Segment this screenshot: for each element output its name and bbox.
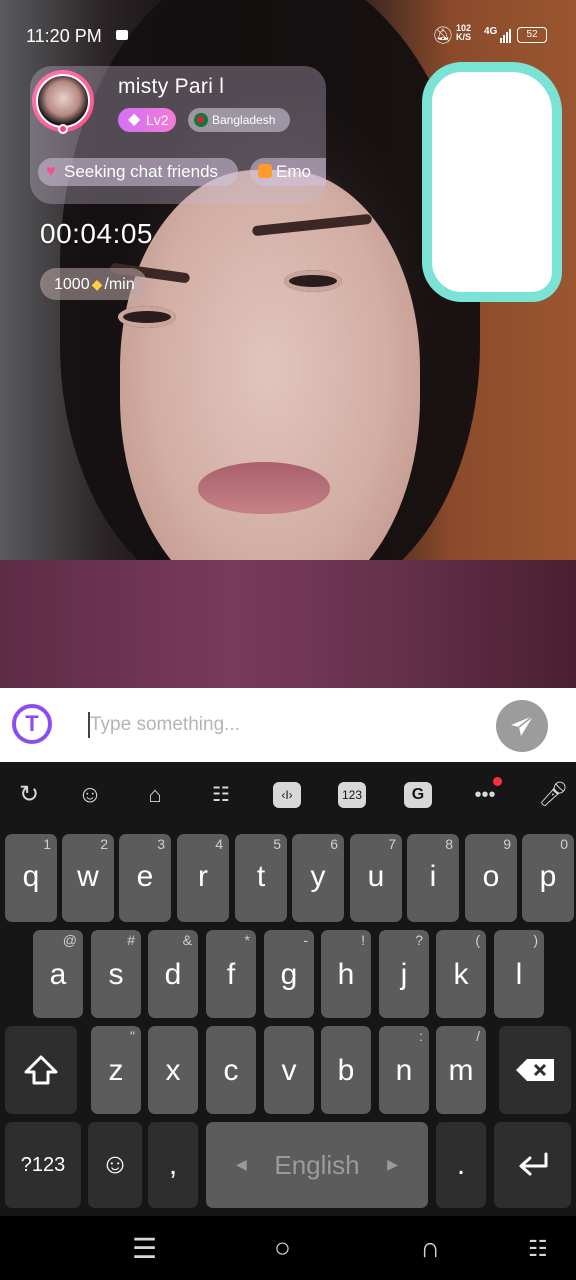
enter-icon [519,1152,548,1176]
store-icon[interactable]: ⌂ [140,780,170,810]
key-z[interactable]: " z [91,1026,141,1114]
send-button[interactable] [496,700,548,752]
key-u[interactable]: 7u [350,834,402,922]
avatar[interactable] [36,74,90,128]
key-l[interactable]: ) l [494,930,544,1018]
translate-logo-icon[interactable]: T [12,704,52,744]
rate-amount: 1000 [54,276,90,293]
message-input-bar: T [0,688,576,762]
clipboard-icon[interactable]: ☷ [206,780,236,810]
screen-record-icon [116,30,128,40]
numpad-icon[interactable]: 123 [338,782,366,808]
keyboard-switch-icon[interactable]: ☷ [528,1236,548,1262]
enter-key[interactable] [494,1122,571,1208]
key-y[interactable]: 6y [292,834,344,922]
rotate-icon[interactable]: ↻ [14,780,44,810]
diamond-icon: ◆ [91,276,103,292]
key-q[interactable]: 1q [5,834,57,922]
home-icon[interactable]: ○ [274,1232,291,1264]
key-c[interactable]: c [206,1026,256,1114]
interest-tag-label: Seeking chat friends [64,162,219,181]
heart-icon: ♥ [46,163,56,180]
key-p[interactable]: 0p [522,834,574,922]
bangladesh-flag-icon [194,113,208,127]
redaction-scribble [422,62,562,302]
recent-apps-icon[interactable]: ☰ [132,1232,157,1265]
backspace-key[interactable] [499,1026,571,1114]
shift-icon [24,1055,58,1085]
key-s[interactable]: # s [91,930,141,1018]
key-n[interactable]: :n [379,1026,429,1114]
key-j[interactable]: ? j [379,930,429,1018]
country-label: Bangladesh [212,113,276,127]
key-i[interactable]: 8i [407,834,459,922]
battery-icon: 52 [517,27,547,43]
gboard-icon[interactable]: G [404,782,432,808]
video-face [120,170,420,610]
backspace-icon [516,1059,554,1081]
key-f[interactable]: * f [206,930,256,1018]
signal-icon [500,27,512,43]
status-time: 11:20 PM [26,26,102,46]
notification-dot [493,777,502,786]
chat-bubble-icon [258,164,272,178]
country-badge: Bangladesh [188,108,290,132]
notifications-muted-icon: 🔕︎ [432,26,454,45]
video-shirt [0,560,576,688]
key-v[interactable]: v [264,1026,314,1114]
network-type: 4G [484,26,498,37]
interest-tag-label: Emo [276,162,311,181]
key-a[interactable]: @ a [33,930,83,1018]
level-badge: Lv2 [118,108,176,132]
call-timer: 00:04:05 [40,218,153,249]
caller-name: misty Pari l [118,75,225,98]
key-g[interactable]: -g [264,930,314,1018]
message-input[interactable] [90,710,470,740]
comma-key[interactable]: , [148,1122,198,1208]
status-bar: 11:20 PM 🔕︎ 102 K/S 4G 52 [0,0,576,70]
symbols-key[interactable]: ?123 [5,1122,81,1208]
key-d[interactable]: & d [148,930,198,1018]
soft-keyboard: ↻ ☺ ⌂ ☷ ‹I› 123 G ••• 🎤︎ 1q 2w 3e 4r 5t … [0,762,576,1216]
call-rate-badge: 1000 ◆/min [40,268,147,300]
caret-right-icon: ▶ [387,1156,398,1172]
period-key[interactable]: . [436,1122,486,1208]
key-x[interactable]: x [148,1026,198,1114]
spacebar[interactable]: ◀ English ▶ [206,1122,428,1208]
key-w[interactable]: 2w [62,834,114,922]
emoji-icon: ☺ [100,1148,130,1179]
key-k[interactable]: (k [436,930,486,1018]
key-t[interactable]: 5t [235,834,287,922]
back-icon[interactable]: ∩ [420,1232,440,1264]
interest-tag: ♥ Seeking chat friends [38,158,238,186]
rate-unit: /min [104,276,135,293]
key-o[interactable]: 9o [465,834,517,922]
send-icon [511,715,534,736]
video-lips [198,462,330,514]
video-eye [284,270,342,292]
emoji-key[interactable]: ☺ [88,1122,142,1208]
system-nav-bar: ☰ ○ ∩ ☷ [0,1216,576,1280]
key-e[interactable]: 3e [119,834,171,922]
interest-tag: Emo [250,158,326,186]
text-edit-icon[interactable]: ‹I› [273,782,301,808]
video-eye [118,306,176,328]
emoji-icon[interactable]: ☺ [75,780,105,810]
shift-key[interactable] [5,1026,77,1114]
key-h[interactable]: ! h [321,930,371,1018]
caller-profile-card[interactable]: misty Pari l Lv2 Bangladesh ♥ Seeking ch… [30,66,326,204]
mic-icon[interactable]: 🎤︎ [538,780,568,810]
avatar-badge [58,124,68,134]
net-speed: 102 K/S [456,23,472,42]
keyboard-toolbar: ↻ ☺ ⌂ ☷ ‹I› 123 G ••• 🎤︎ [0,762,576,828]
key-m[interactable]: / m [436,1026,486,1114]
key-b[interactable]: b [321,1026,371,1114]
key-r[interactable]: 4r [177,834,229,922]
